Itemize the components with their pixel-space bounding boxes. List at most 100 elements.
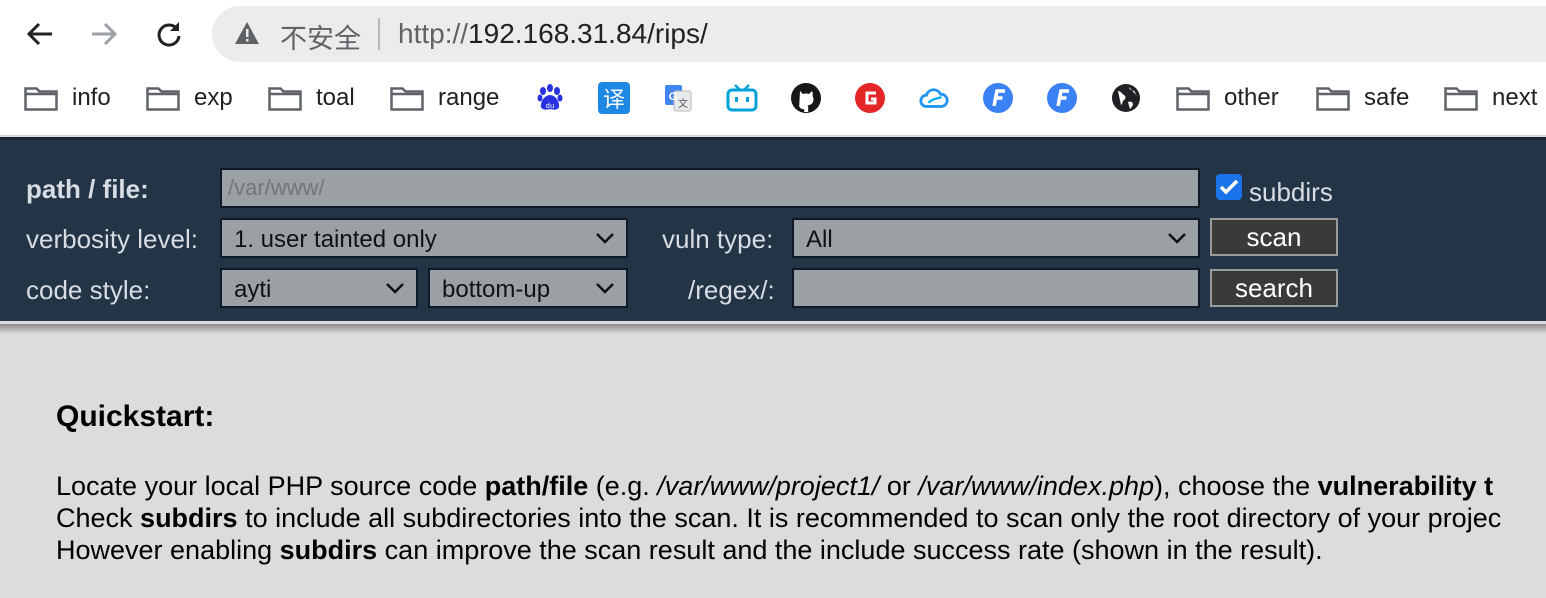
- bookmark-label: next: [1492, 84, 1538, 111]
- text-run: Check: [56, 503, 141, 533]
- bookmark-folder-toal[interactable]: toal: [268, 80, 355, 116]
- chevron-down-icon: [1168, 233, 1186, 244]
- vuln-type-select[interactable]: All: [792, 218, 1200, 258]
- text-run: can improve the scan result and the incl…: [377, 535, 1323, 565]
- code-style-select[interactable]: ayti: [220, 268, 418, 308]
- f-logo-icon: [1046, 82, 1078, 114]
- translate-icon: 译: [598, 82, 630, 114]
- svg-text:G: G: [669, 91, 678, 103]
- regex-label: /regex/:: [688, 275, 775, 305]
- bookmark-f-blue-2[interactable]: [1046, 80, 1078, 116]
- bookmark-label: info: [72, 84, 111, 111]
- url-separator: [378, 18, 380, 50]
- subdirs-checkbox[interactable]: [1216, 174, 1242, 200]
- text-run: ), choose the: [1154, 471, 1318, 501]
- folder-icon: [390, 87, 424, 111]
- bookmark-globe[interactable]: [1110, 80, 1142, 116]
- verbosity-value: 1. user tainted only: [234, 226, 437, 253]
- bookmark-folder-other[interactable]: other: [1176, 80, 1279, 116]
- text-run: However enabling: [56, 535, 280, 565]
- quickstart-line-2: Check subdirs to include all subdirector…: [56, 502, 1546, 534]
- bookmark-label: range: [438, 84, 500, 111]
- bookmarks-bar: info exp toal range du 译 G文 other safe n…: [0, 74, 1546, 122]
- vuln-type-value: All: [806, 226, 833, 253]
- folder-icon: [146, 87, 180, 111]
- quickstart-line-3: However enabling subdirs can improve the…: [56, 534, 1546, 566]
- verbosity-select[interactable]: 1. user tainted only: [220, 218, 628, 258]
- bookmark-github[interactable]: [790, 80, 822, 116]
- checkmark-icon: [1219, 179, 1239, 195]
- search-button[interactable]: search: [1210, 269, 1338, 307]
- verbosity-label: verbosity level:: [26, 224, 198, 254]
- quickstart-text: Locate your local PHP source code path/f…: [56, 470, 1546, 566]
- subdirs-label: subdirs: [1249, 177, 1333, 207]
- chevron-down-icon: [596, 283, 614, 294]
- code-style-value: ayti: [234, 276, 272, 303]
- bookmark-folder-info[interactable]: info: [24, 80, 111, 116]
- bookmark-google-translate[interactable]: G文: [662, 80, 694, 116]
- address-bar[interactable]: 不安全 http://192.168.31.84/rips/: [212, 6, 1546, 62]
- url-protocol: http://: [398, 18, 469, 49]
- url-text[interactable]: http://192.168.31.84/rips/: [398, 18, 708, 50]
- text-run-bold: path/file: [484, 471, 589, 501]
- chevron-down-icon: [596, 233, 614, 244]
- forward-button[interactable]: [84, 14, 124, 54]
- reload-button[interactable]: [148, 14, 188, 54]
- path-file-label: path / file:: [26, 174, 149, 204]
- path-file-input[interactable]: [220, 168, 1200, 208]
- rips-toolbar: path / file: subdirs verbosity level: 1.…: [0, 137, 1546, 334]
- translate-glyph: 译: [602, 88, 625, 113]
- folder-icon: [24, 87, 58, 111]
- text-run: to include all subdirectories into the s…: [237, 503, 1502, 533]
- cloud-icon: [918, 82, 950, 114]
- google-translate-icon: G文: [662, 82, 694, 114]
- globe-icon: [1110, 82, 1142, 114]
- github-icon: [790, 82, 822, 114]
- reload-icon: [157, 22, 181, 47]
- bookmark-label: toal: [316, 84, 355, 111]
- regex-input[interactable]: [792, 268, 1200, 308]
- order-value: bottom-up: [442, 276, 551, 303]
- folder-icon: [1316, 87, 1350, 111]
- folder-icon: [268, 87, 302, 111]
- f-logo-icon: [982, 82, 1014, 114]
- folder-icon: [1444, 87, 1478, 111]
- g-logo-icon: [854, 82, 886, 114]
- bookmark-baidu[interactable]: du: [534, 80, 566, 116]
- chevron-down-icon: [386, 283, 404, 294]
- bookmark-cloud[interactable]: [918, 80, 950, 116]
- bilibili-tv-icon: [726, 82, 758, 114]
- text-run-italic: /var/www/index.php: [918, 471, 1154, 501]
- bookmark-folder-exp[interactable]: exp: [146, 80, 233, 116]
- bookmark-bilibili[interactable]: [726, 80, 758, 116]
- text-run: or: [879, 471, 919, 501]
- text-run-bold: subdirs: [279, 535, 378, 565]
- bookmark-label: other: [1224, 84, 1279, 111]
- bookmark-folder-next[interactable]: next: [1444, 80, 1537, 116]
- baidu-paw-icon: du: [534, 82, 566, 114]
- arrow-left-icon: [26, 22, 52, 46]
- url-host-path: 192.168.31.84/rips/: [468, 18, 708, 49]
- quickstart-title: Quickstart:: [56, 400, 215, 433]
- order-select[interactable]: bottom-up: [428, 268, 628, 308]
- quickstart-line-1: Locate your local PHP source code path/f…: [56, 470, 1546, 502]
- bookmark-g-red[interactable]: [854, 80, 886, 116]
- text-run-bold: vulnerability t: [1317, 471, 1494, 501]
- bookmark-folder-safe[interactable]: safe: [1316, 80, 1409, 116]
- browser-chrome: 不安全 http://192.168.31.84/rips/ info exp …: [0, 0, 1546, 136]
- bookmark-folder-range[interactable]: range: [390, 80, 499, 116]
- folder-icon: [1176, 87, 1210, 111]
- scan-button[interactable]: scan: [1210, 218, 1338, 256]
- vuln-type-label: vuln type:: [662, 224, 774, 254]
- text-run-bold: subdirs: [140, 503, 238, 533]
- text-run: Locate your local PHP source code: [56, 471, 485, 501]
- insecure-label[interactable]: 不安全: [280, 17, 361, 56]
- warning-icon: [235, 22, 259, 44]
- back-button[interactable]: [20, 14, 60, 54]
- text-run-italic: /var/www/project1/: [657, 471, 880, 501]
- bookmark-translate[interactable]: 译: [598, 80, 630, 116]
- svg-text:du: du: [546, 102, 555, 110]
- quickstart-section: Quickstart: Locate your local PHP source…: [56, 400, 1546, 566]
- bookmark-f-blue-1[interactable]: [982, 80, 1014, 116]
- bookmark-label: exp: [194, 84, 233, 111]
